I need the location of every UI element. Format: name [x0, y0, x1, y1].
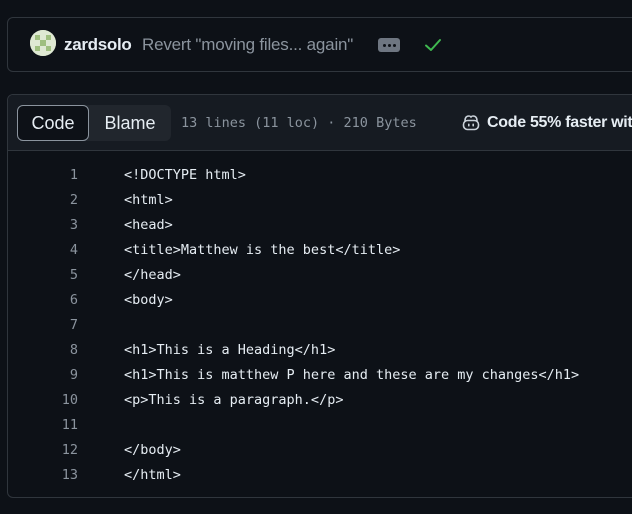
code-text: <h1>This is matthew P here and these are… [124, 367, 580, 383]
avatar[interactable] [30, 30, 56, 56]
copilot-promo[interactable]: Code 55% faster with [461, 113, 632, 133]
file-header: Code Blame 13 lines (11 loc) · 210 Bytes… [8, 95, 632, 151]
line-number[interactable]: 2 [8, 188, 78, 213]
dot-icon [382, 43, 386, 47]
copilot-promo-text: Code 55% faster with [487, 114, 632, 131]
code-text: <p>This is a paragraph.</p> [124, 392, 344, 408]
code-blame-toggle: Code Blame [17, 105, 171, 141]
code-line: 7 [8, 313, 632, 338]
line-number[interactable]: 1 [8, 163, 78, 188]
code-line: 9 <h1>This is matthew P here and these ar… [8, 363, 632, 388]
line-number[interactable]: 6 [8, 288, 78, 313]
code-text: </html> [124, 467, 181, 483]
code-line: 12 </body> [8, 438, 632, 463]
code-text: <h1>This is a Heading</h1> [124, 342, 336, 358]
line-number[interactable]: 5 [8, 263, 78, 288]
tab-blame[interactable]: Blame [89, 105, 171, 141]
tab-code[interactable]: Code [17, 105, 89, 141]
code-text: <html> [124, 192, 173, 208]
line-number[interactable]: 4 [8, 238, 78, 263]
code-text: </head> [124, 267, 181, 283]
code-line: 4 <title>Matthew is the best</title> [8, 238, 632, 263]
latest-commit-bar: zardsolo Revert "moving files... again" [7, 17, 632, 72]
commit-message-link[interactable]: Revert "moving files... again" [142, 35, 353, 55]
line-number[interactable]: 8 [8, 338, 78, 363]
code-line: 11 [8, 413, 632, 438]
code-line: 8 <h1>This is a Heading</h1> [8, 338, 632, 363]
line-number[interactable]: 7 [8, 313, 78, 338]
line-number[interactable]: 9 [8, 363, 78, 388]
file-viewer: Code Blame 13 lines (11 loc) · 210 Bytes… [7, 94, 632, 498]
code-line: 3 <head> [8, 213, 632, 238]
code-text: <body> [124, 292, 173, 308]
code-line: 13 </html> [8, 463, 632, 488]
code-line: 5 </head> [8, 263, 632, 288]
line-number[interactable]: 10 [8, 388, 78, 413]
dot-icon [392, 43, 396, 47]
code-line: 2 <html> [8, 188, 632, 213]
line-number[interactable]: 3 [8, 213, 78, 238]
dot-icon [387, 43, 391, 47]
code-line: 10 <p>This is a paragraph.</p> [8, 388, 632, 413]
code-line: 6 <body> [8, 288, 632, 313]
line-number[interactable]: 11 [8, 413, 78, 438]
file-stats: 13 lines (11 loc) · 210 Bytes [181, 115, 417, 131]
commit-author-link[interactable]: zardsolo [64, 35, 132, 55]
code-text: <title>Matthew is the best</title> [124, 242, 401, 258]
expand-commit-message-button[interactable] [378, 38, 400, 52]
code-line: 1 <!DOCTYPE html> [8, 163, 632, 188]
line-number[interactable]: 12 [8, 438, 78, 463]
code-text: <head> [124, 217, 173, 233]
code-text: <!DOCTYPE html> [124, 167, 246, 183]
code-view: 1 <!DOCTYPE html> 2 <html> 3 <head> 4 <title… [8, 163, 632, 488]
identicon-icon [30, 30, 56, 56]
copilot-icon [462, 115, 480, 131]
check-icon[interactable] [424, 37, 442, 53]
code-text: </body> [124, 442, 181, 458]
line-number[interactable]: 13 [8, 463, 78, 488]
